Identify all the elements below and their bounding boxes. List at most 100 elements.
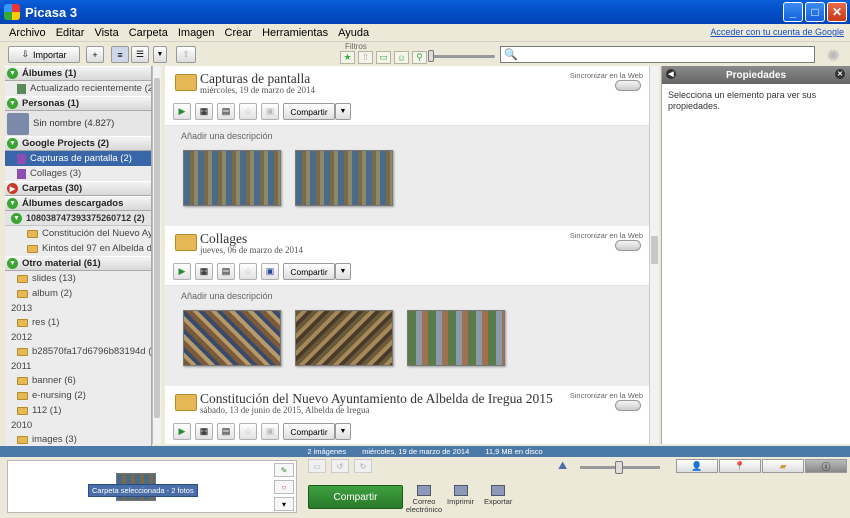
photo-thumbnail[interactable] xyxy=(295,150,393,206)
view-dropdown-button[interactable]: ▼ xyxy=(153,46,167,63)
sidebar-item-images[interactable]: images (3) xyxy=(5,432,151,446)
downloaded-account-header[interactable]: ▼ 108038747393375260712 (2) xyxy=(5,211,151,226)
google-projects-header[interactable]: ▼ Google Projects (2) xyxy=(5,136,151,151)
close-icon[interactable]: ✕ xyxy=(835,69,845,79)
google-account-link[interactable]: Acceder con tu cuenta de Google xyxy=(710,27,844,37)
hold-pin-icon[interactable]: ✎ xyxy=(274,463,294,477)
sidebar-item-constitucion[interactable]: Constitución del Nuevo Ayu... xyxy=(5,226,151,241)
tags-view-icon[interactable]: ▰ xyxy=(762,459,804,473)
sidebar-item-slides[interactable]: slides (13) xyxy=(5,271,151,286)
movie-icon[interactable]: ▤ xyxy=(217,423,235,440)
other-material-header[interactable]: ▼ Otro material (61) xyxy=(5,256,151,271)
scrollbar-thumb[interactable] xyxy=(651,236,658,264)
date-filter-knob[interactable] xyxy=(428,50,434,62)
menu-crear[interactable]: Crear xyxy=(220,27,258,39)
list-view-icon[interactable]: ≡ xyxy=(111,46,129,63)
sync-toggle[interactable] xyxy=(615,400,641,411)
menu-carpeta[interactable]: Carpeta xyxy=(124,27,173,39)
share-dropdown-icon[interactable]: ▼ xyxy=(335,103,351,120)
print-button[interactable]: Imprimir xyxy=(447,485,474,506)
star-icon[interactable]: ☆ xyxy=(239,423,257,440)
albums-header[interactable]: ▼ Álbumes (1) xyxy=(5,66,151,81)
sidebar-item-collages[interactable]: Collages (3) xyxy=(5,166,151,181)
photo-thumbnail[interactable] xyxy=(407,310,505,366)
add-to-album-icon[interactable]: ▾ xyxy=(274,497,294,511)
collage-icon[interactable]: ▦ xyxy=(195,423,213,440)
sidebar-item-album[interactable]: album (2) xyxy=(5,286,151,301)
play-slideshow-icon[interactable]: ▶ xyxy=(173,103,191,120)
play-slideshow-icon[interactable]: ▶ xyxy=(173,263,191,280)
folders-header[interactable]: ▶ Carpetas (30) xyxy=(5,181,151,196)
sidebar-item-112[interactable]: 112 (1) xyxy=(5,403,151,418)
import-button[interactable]: ⇩ Importar xyxy=(8,46,80,63)
email-button[interactable]: Correo electrónico xyxy=(405,485,443,514)
places-view-icon[interactable]: 📍 xyxy=(719,459,761,473)
minimize-button[interactable]: _ xyxy=(783,2,803,22)
collapse-panel-icon[interactable]: ◀ xyxy=(666,69,676,79)
tree-view-icon[interactable]: ☰ xyxy=(131,46,149,63)
sidebar-item-banner[interactable]: banner (6) xyxy=(5,373,151,388)
sidebar-item-enursing[interactable]: e-nursing (2) xyxy=(5,388,151,403)
menu-archivo[interactable]: Archivo xyxy=(4,27,51,39)
upload-filter-icon[interactable]: ⇧ xyxy=(358,51,373,64)
play-slideshow-icon[interactable]: ▶ xyxy=(173,423,191,440)
close-button[interactable]: ✕ xyxy=(827,2,847,22)
share-button[interactable]: Compartir xyxy=(283,423,335,440)
menu-ayuda[interactable]: Ayuda xyxy=(333,27,374,39)
video-filter-icon[interactable]: ▭ xyxy=(376,51,391,64)
star-filter-icon[interactable]: ★ xyxy=(340,51,355,64)
star-icon[interactable]: ☆ xyxy=(239,103,257,120)
people-header[interactable]: ▼ Personas (1) xyxy=(5,96,151,111)
export-button[interactable]: Exportar xyxy=(484,485,512,506)
menu-editar[interactable]: Editar xyxy=(51,27,90,39)
save-icon[interactable]: ▣ xyxy=(261,263,279,280)
photo-thumbnail[interactable] xyxy=(295,310,393,366)
movie-icon[interactable]: ▤ xyxy=(217,103,235,120)
clear-tray-icon[interactable]: ○ xyxy=(274,480,294,494)
share-main-button[interactable]: Compartir xyxy=(308,485,403,509)
menu-imagen[interactable]: Imagen xyxy=(173,27,220,39)
library-scrollbar[interactable] xyxy=(152,66,161,444)
photo-thumbnail[interactable] xyxy=(183,310,281,366)
sidebar-item-res[interactable]: res (1) xyxy=(5,315,151,330)
share-dropdown-icon[interactable]: ▼ xyxy=(335,423,351,440)
save-icon[interactable]: ▣ xyxy=(261,423,279,440)
rotate-right-icon[interactable]: ↻ xyxy=(354,459,372,473)
photo-tray-area: Carpeta seleccionada - 2 fotos ✎ ○ ▾ ▭ ↺… xyxy=(0,457,850,518)
description-field[interactable]: Añadir una descripción xyxy=(181,291,273,301)
sidebar-item-b28570[interactable]: b28570fa17d6796b83194d (1) xyxy=(5,344,151,359)
upload-icon[interactable]: ⇪ xyxy=(176,46,196,63)
face-filter-icon[interactable]: ☺ xyxy=(394,51,409,64)
save-icon[interactable]: ▣ xyxy=(261,103,279,120)
rotate-left-icon[interactable]: ↺ xyxy=(331,459,349,473)
collage-icon[interactable]: ▦ xyxy=(195,263,213,280)
people-view-icon[interactable]: 👤 xyxy=(676,459,718,473)
date-filter-slider[interactable] xyxy=(430,55,495,58)
photo-thumbnail[interactable] xyxy=(183,150,281,206)
description-field[interactable]: Añadir una descripción xyxy=(181,131,273,141)
browser-scrollbar[interactable] xyxy=(649,66,659,444)
zoom-knob[interactable] xyxy=(615,461,623,474)
add-to-album-button[interactable]: + xyxy=(86,46,104,63)
sync-toggle[interactable] xyxy=(615,80,641,91)
maximize-button[interactable]: □ xyxy=(805,2,825,22)
search-input[interactable]: 🔍 xyxy=(500,46,815,63)
share-button[interactable]: Compartir xyxy=(283,263,335,280)
downloaded-albums-header[interactable]: ▼ Álbumes descargados xyxy=(5,196,151,211)
star-icon[interactable]: ☆ xyxy=(239,263,257,280)
menu-vista[interactable]: Vista xyxy=(89,27,123,39)
sidebar-item-capturas[interactable]: Capturas de pantalla (2) xyxy=(5,151,151,166)
sidebar-item-kintos[interactable]: Kintos del 97 en Albelda de ... xyxy=(5,241,151,256)
collage-icon[interactable]: ▦ xyxy=(195,103,213,120)
sidebar-item-recent[interactable]: Actualizado recientemente (250) xyxy=(5,81,151,96)
scrollbar-thumb[interactable] xyxy=(154,78,160,418)
share-dropdown-icon[interactable]: ▼ xyxy=(335,263,351,280)
geotag-filter-icon[interactable]: ⚲ xyxy=(412,51,427,64)
edit-icon[interactable]: ▭ xyxy=(308,459,326,473)
sync-toggle[interactable] xyxy=(615,240,641,251)
sidebar-item-unnamed[interactable]: Sin nombre (4.827) xyxy=(5,111,151,136)
info-view-icon[interactable]: ⓘ xyxy=(805,459,847,473)
movie-icon[interactable]: ▤ xyxy=(217,263,235,280)
share-button[interactable]: Compartir xyxy=(283,103,335,120)
menu-herramientas[interactable]: Herramientas xyxy=(257,27,333,39)
